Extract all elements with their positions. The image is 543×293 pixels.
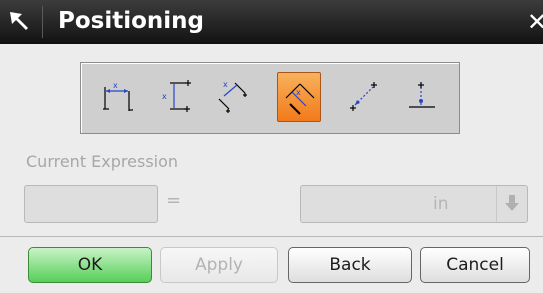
horizontal-dimension-icon: x [103,81,133,111]
svg-text:x: x [296,88,301,97]
cancel-button[interactable]: Cancel [420,247,530,283]
button-divider [0,236,543,237]
back-button[interactable]: Back [288,247,412,283]
point-onto-point-icon [350,82,377,111]
parallel-dimension-icon: x [218,80,247,113]
title-bar: Positioning ✕ [0,0,543,44]
dialog-arrow-icon [10,12,28,30]
unit-value: in [433,194,449,214]
point-onto-line-icon [409,82,435,108]
parallel-dimension-button[interactable]: x [211,72,255,122]
horizontal-dimension-button[interactable]: x [97,72,141,122]
unit-select[interactable]: in [300,185,528,223]
ok-button[interactable]: OK [28,247,152,283]
vertical-dimension-icon: x [162,80,191,112]
perpendicular-dimension-button[interactable]: x [277,72,321,122]
point-onto-point-button[interactable] [343,72,387,122]
positioning-method-toolbar: x x x x [80,62,460,134]
point-onto-line-button[interactable] [399,72,443,122]
dialog-title: Positioning [58,8,205,34]
svg-text:x: x [113,81,118,90]
expression-value-field[interactable] [24,185,158,223]
apply-button[interactable]: Apply [160,247,278,283]
title-separator [42,6,43,38]
equals-sign: = [166,190,182,211]
svg-text:x: x [223,80,228,89]
svg-text:x: x [162,92,167,101]
perpendicular-dimension-icon: x [285,83,315,115]
vertical-dimension-button[interactable]: x [154,72,198,122]
dropdown-arrow-icon[interactable] [496,186,527,222]
current-expression-label: Current Expression [26,152,179,171]
close-icon[interactable]: ✕ [527,8,543,36]
